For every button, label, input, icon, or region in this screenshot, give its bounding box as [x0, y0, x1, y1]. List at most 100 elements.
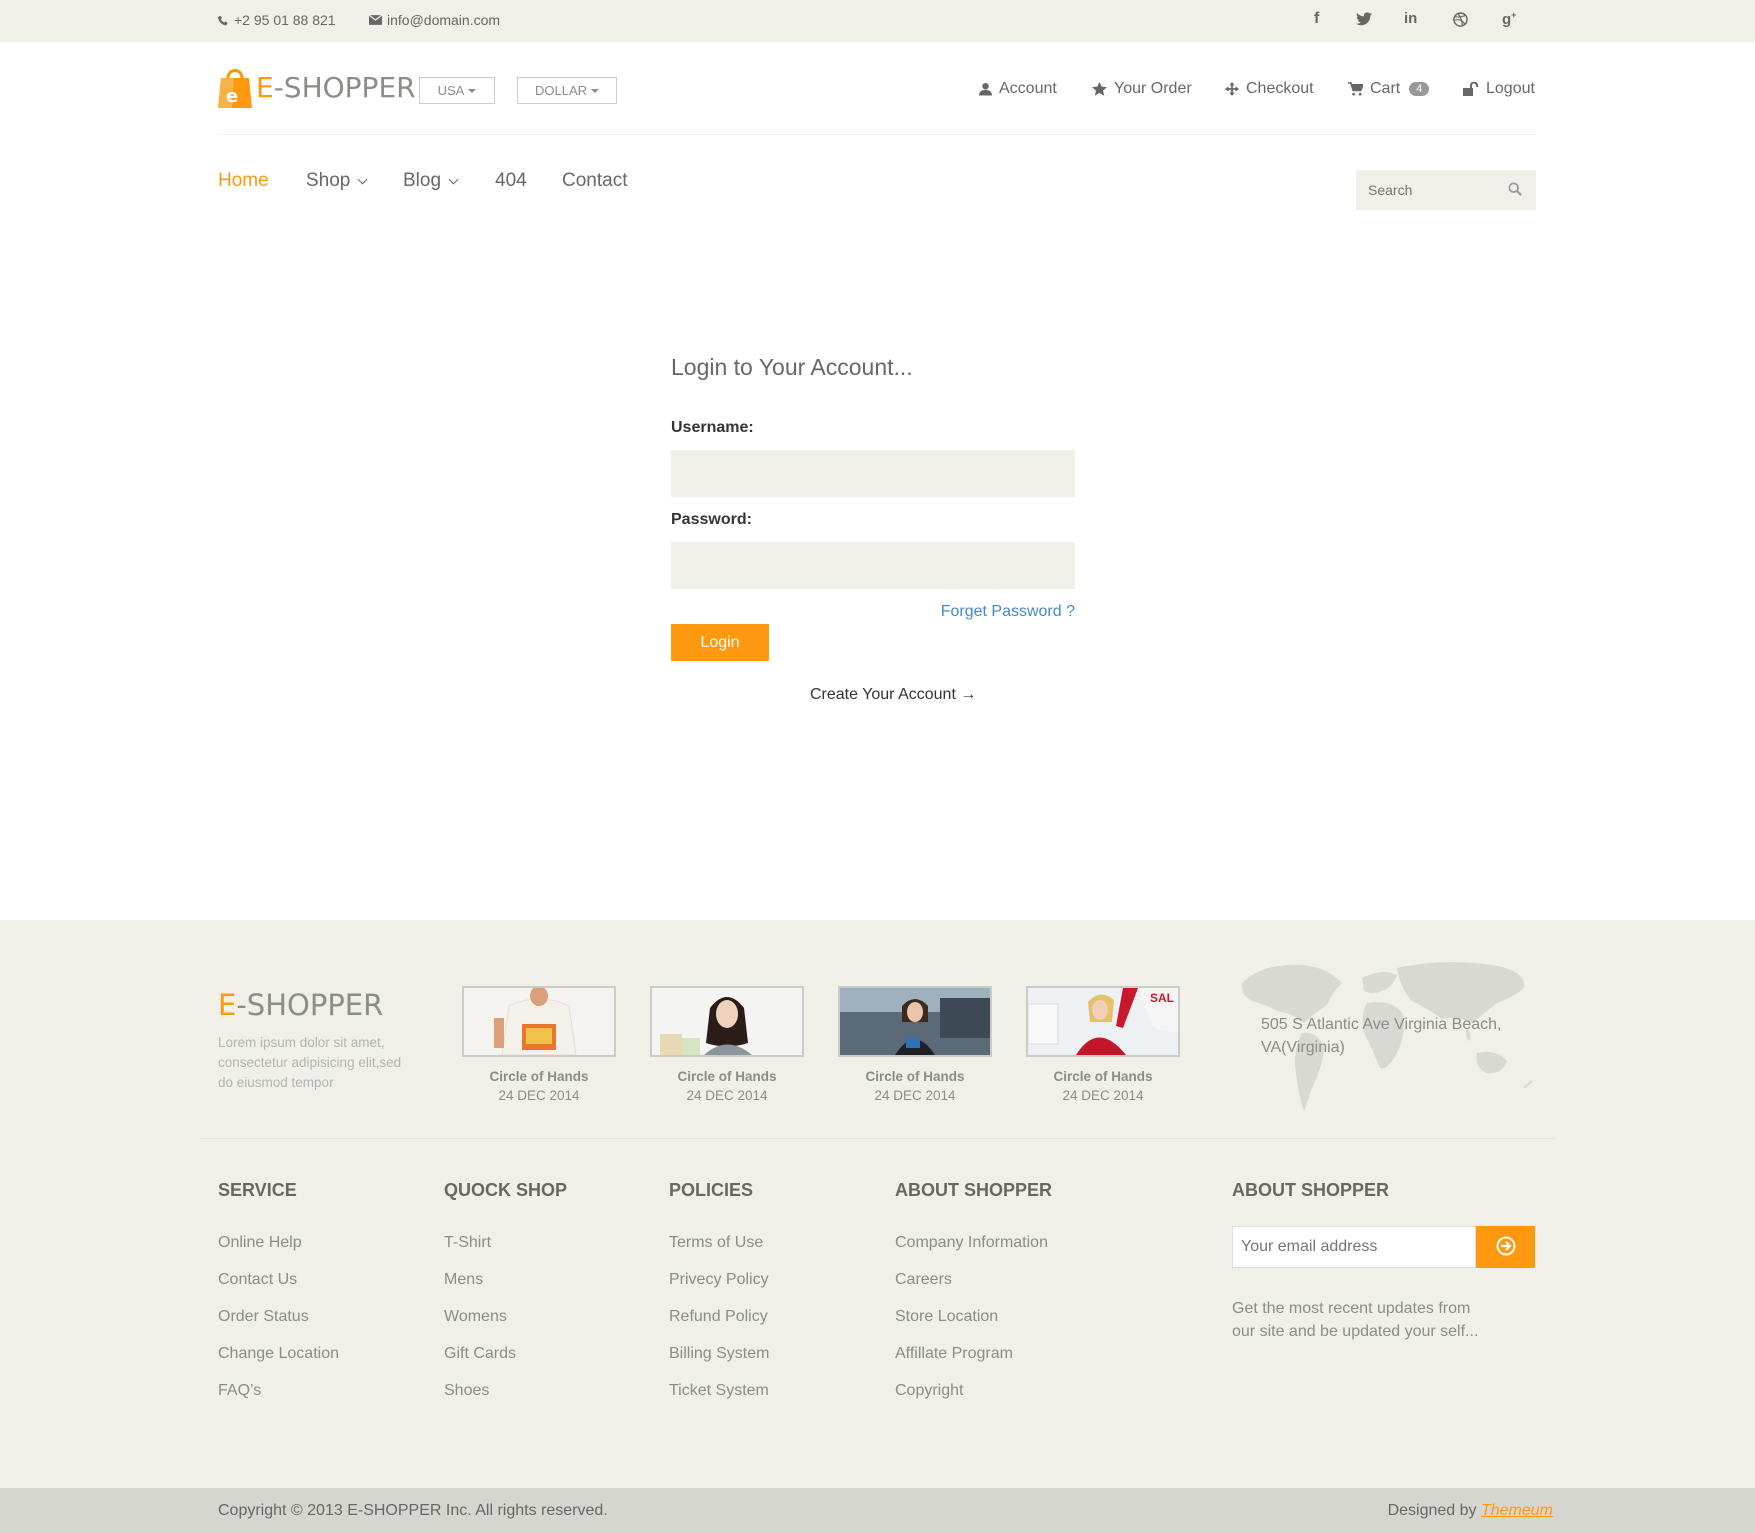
newsletter-email-input[interactable]: [1232, 1226, 1476, 1268]
search-icon[interactable]: [1508, 182, 1522, 196]
footer-column-title: ABOUT SHOPPER: [895, 1180, 1053, 1200]
country-dropdown[interactable]: USA: [419, 77, 495, 104]
video-thumbnail[interactable]: [650, 986, 804, 1057]
nav-shop-label: Shop: [306, 170, 351, 191]
designed-by-label: Designed by: [1387, 1502, 1477, 1519]
footer-link-contact-us[interactable]: Contact Us: [218, 1271, 297, 1289]
footer-link-online-help[interactable]: Online Help: [218, 1234, 302, 1252]
video-thumbnail[interactable]: SAL: [1026, 986, 1180, 1057]
svg-text:SAL: SAL: [1150, 991, 1174, 1005]
star-icon: [1092, 82, 1107, 96]
footer-separator: [200, 1138, 1555, 1139]
password-input[interactable]: [671, 542, 1075, 589]
nav-contact-label: Contact: [562, 170, 628, 191]
top-bar: +2 95 01 88 821 info@domain.com f in g+: [0, 0, 1755, 42]
username-input[interactable]: [671, 450, 1075, 497]
linkedin-icon[interactable]: in: [1404, 10, 1417, 27]
nav-404-label: 404: [495, 170, 527, 191]
businesswoman-photo: [840, 988, 990, 1055]
footer-link-careers[interactable]: Careers: [895, 1271, 952, 1289]
footer-link-affiliate[interactable]: Affillate Program: [895, 1345, 1013, 1363]
newsletter-description: Get the most recent updates from our sit…: [1232, 1300, 1479, 1340]
cart-count-badge: 4: [1409, 82, 1430, 96]
footer-logo-prefix: E: [218, 988, 237, 1022]
footer-link-store-location[interactable]: Store Location: [895, 1308, 998, 1326]
account-link[interactable]: Account: [979, 80, 1057, 98]
currency-dropdown[interactable]: DOLLAR: [517, 77, 617, 104]
video-date: 24 DEC 2014: [686, 1088, 768, 1103]
checkout-link[interactable]: Checkout: [1225, 80, 1314, 98]
logo-prefix: E: [256, 70, 274, 104]
newsletter-submit-button[interactable]: [1476, 1226, 1535, 1268]
footer-logo-suffix: -SHOPPER: [236, 988, 384, 1022]
woman-shopping-photo: [652, 988, 802, 1055]
nav-home[interactable]: Home: [218, 170, 269, 192]
footer-link-ticket[interactable]: Ticket System: [669, 1382, 769, 1400]
designer-link[interactable]: Themeum: [1481, 1502, 1553, 1519]
unlock-icon: [1463, 82, 1478, 96]
create-account-link[interactable]: Create Your Account →: [810, 686, 976, 704]
nav-blog-label: Blog: [403, 170, 442, 191]
footer-column-title: QUOCK SHOP: [444, 1180, 568, 1200]
dribbble-icon[interactable]: [1453, 12, 1468, 27]
checkout-label: Checkout: [1246, 80, 1314, 97]
forgot-password-link[interactable]: Forget Password ?: [941, 603, 1075, 621]
email-contact[interactable]: info@domain.com: [369, 12, 500, 28]
site-logo[interactable]: e E-SHOPPER: [218, 64, 416, 110]
caret-down-icon: [468, 88, 477, 93]
password-label: Password:: [671, 511, 752, 528]
logout-link[interactable]: Logout: [1463, 80, 1535, 98]
nav-shop[interactable]: Shop: [306, 170, 368, 192]
chevron-down-icon: [448, 174, 459, 184]
google-plus-icon[interactable]: g+: [1502, 10, 1516, 28]
chevron-down-icon: [357, 174, 368, 184]
footer-link-womens[interactable]: Womens: [444, 1308, 507, 1326]
nav-404[interactable]: 404: [495, 170, 527, 192]
nav-contact[interactable]: Contact: [562, 170, 627, 192]
shopping-bag-logo-icon: e: [218, 69, 252, 108]
user-icon: [979, 82, 992, 96]
footer-link-faqs[interactable]: FAQ’s: [218, 1382, 261, 1400]
phone-number: +2 95 01 88 821: [234, 12, 336, 28]
footer-link-billing[interactable]: Billing System: [669, 1345, 769, 1363]
account-label: Account: [999, 80, 1057, 97]
footer-link-change-location[interactable]: Change Location: [218, 1345, 339, 1363]
cart-link[interactable]: Cart 4: [1348, 80, 1430, 98]
search-input[interactable]: [1356, 170, 1496, 210]
footer-link-privacy[interactable]: Privecy Policy: [669, 1271, 769, 1289]
your-order-link[interactable]: Your Order: [1092, 80, 1192, 98]
your-order-label: Your Order: [1114, 80, 1192, 97]
video-thumbnail[interactable]: [838, 986, 992, 1057]
logo-text: E-SHOPPER: [256, 71, 416, 104]
crosshairs-icon: [1225, 82, 1239, 96]
nav-blog[interactable]: Blog: [403, 170, 459, 192]
login-title: Login to Your Account...: [671, 354, 913, 380]
username-label: Username:: [671, 419, 754, 436]
logout-label: Logout: [1486, 80, 1535, 97]
arrow-circle-right-icon: [1496, 1236, 1515, 1255]
footer-link-terms[interactable]: Terms of Use: [669, 1234, 763, 1252]
caret-down-icon: [591, 88, 600, 93]
phone-icon: [218, 15, 228, 25]
search-box: [1356, 170, 1536, 210]
footer-link-gift-cards[interactable]: Gift Cards: [444, 1345, 516, 1363]
login-button[interactable]: Login: [671, 624, 769, 661]
twitter-icon[interactable]: [1356, 12, 1372, 26]
footer-logo[interactable]: E-SHOPPER: [218, 988, 383, 1022]
footer-link-company-info[interactable]: Company Information: [895, 1234, 1048, 1252]
footer-link-mens[interactable]: Mens: [444, 1271, 483, 1289]
footer-link-order-status[interactable]: Order Status: [218, 1308, 309, 1326]
header-divider: [218, 134, 1536, 135]
currency-label: DOLLAR: [534, 83, 588, 98]
footer-link-copyright[interactable]: Copyright: [895, 1382, 963, 1400]
footer-link-refund[interactable]: Refund Policy: [669, 1308, 768, 1326]
footer-link-shoes[interactable]: Shoes: [444, 1382, 489, 1400]
footer-column-title: POLICIES: [669, 1180, 754, 1200]
video-thumbnail[interactable]: [462, 986, 616, 1057]
envelope-icon: [369, 15, 382, 25]
video-title: Circle of Hands: [677, 1069, 777, 1084]
phone-contact[interactable]: +2 95 01 88 821: [218, 12, 336, 28]
facebook-icon[interactable]: f: [1314, 10, 1319, 28]
footer-link-tshirt[interactable]: T-Shirt: [444, 1234, 491, 1252]
footer-description: Lorem ipsum dolor sit amet, consectetur …: [218, 1035, 402, 1090]
